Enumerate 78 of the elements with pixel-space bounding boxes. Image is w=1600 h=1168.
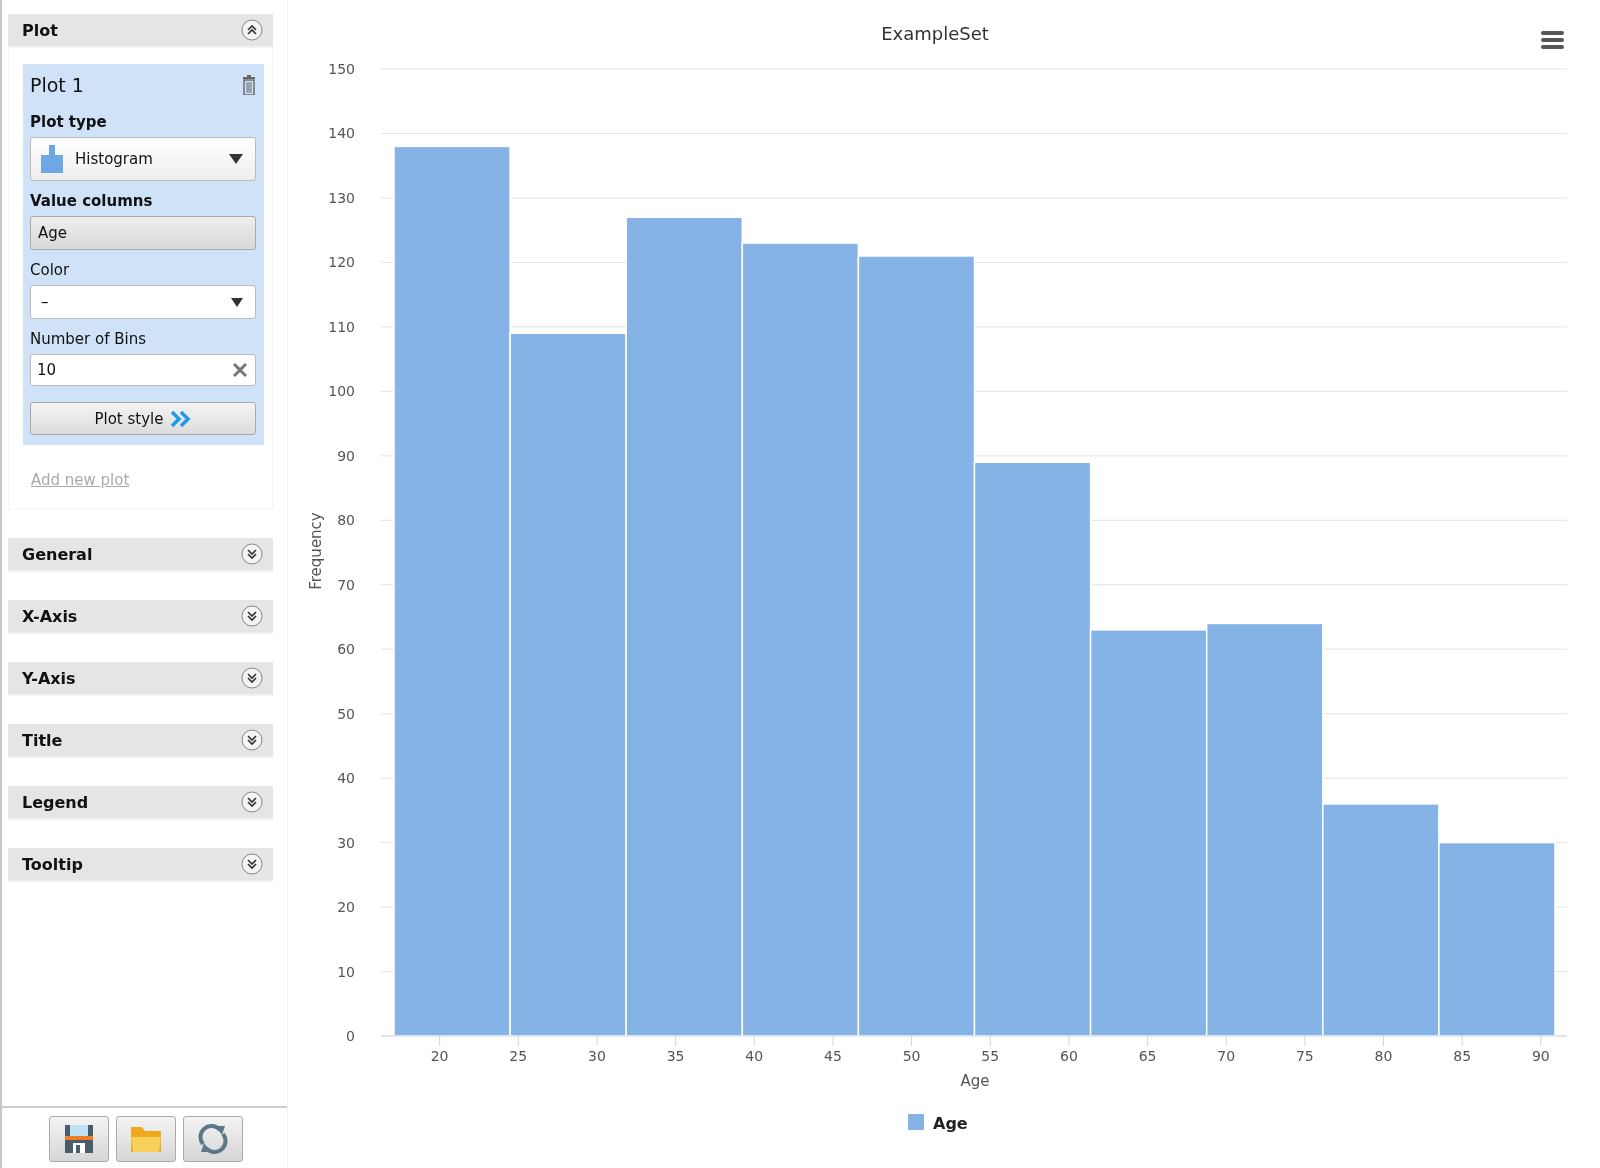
double-chevron-icon — [169, 409, 192, 428]
x-axis-label: 40 — [745, 1048, 764, 1064]
legend-label[interactable]: Age — [933, 1114, 968, 1133]
y-axis-label: 40 — [337, 770, 355, 787]
expand-icon[interactable] — [241, 791, 263, 813]
section-header[interactable]: Y-Axis — [8, 662, 273, 696]
section-title: Tooltip — [22, 854, 83, 874]
y-axis-label: 80 — [337, 512, 355, 529]
section-title: Plot — [22, 20, 58, 40]
expand-icon[interactable] — [241, 543, 263, 565]
section-header[interactable]: Tooltip — [8, 848, 273, 882]
y-axis-label: 0 — [346, 1028, 355, 1044]
expand-icon[interactable] — [241, 729, 263, 751]
field-label: Value columns — [30, 192, 154, 210]
x-axis-label: 45 — [824, 1048, 842, 1064]
chart-title: ExampleSet — [881, 23, 989, 44]
y-axis-label: 130 — [328, 189, 355, 206]
x-axis-label: 85 — [1453, 1048, 1472, 1064]
y-axis-title: Frequency — [307, 512, 325, 590]
floppy-icon — [64, 1124, 94, 1154]
expand-icon[interactable] — [241, 605, 263, 627]
y-axis-label: 30 — [337, 834, 355, 851]
y-axis-label: 120 — [328, 254, 355, 271]
section-header[interactable]: Plot — [8, 14, 273, 48]
histogram-icon — [41, 145, 63, 173]
trash-icon[interactable] — [242, 75, 256, 95]
section-title: Legend — [22, 792, 89, 812]
section-header[interactable]: X-Axis — [8, 600, 273, 634]
caret-icon — [231, 297, 243, 307]
x-axis-label: 75 — [1295, 1048, 1314, 1064]
y-axis-label: 110 — [328, 318, 355, 335]
color-dropdown[interactable]: – — [30, 285, 256, 319]
y-axis-label: 60 — [337, 641, 355, 658]
collapse-icon[interactable] — [241, 19, 263, 41]
field-label: Plot type — [30, 113, 108, 131]
x-axis-label: 50 — [902, 1048, 921, 1064]
plot-type-dropdown[interactable]: Histogram — [30, 137, 256, 181]
x-axis-label: 55 — [981, 1048, 1000, 1064]
x-axis-label: 20 — [430, 1048, 449, 1064]
x-axis-label: 30 — [588, 1048, 606, 1064]
x-axis-label: 80 — [1374, 1048, 1393, 1064]
y-axis-label: 70 — [337, 576, 355, 593]
plot-style-button[interactable]: Plot style — [30, 402, 256, 435]
y-axis-label: 10 — [337, 963, 355, 980]
section-title: X-Axis — [22, 606, 78, 626]
y-axis-label: 90 — [337, 447, 355, 464]
section-title: Title — [22, 730, 63, 750]
clear-icon[interactable] — [233, 363, 247, 377]
x-axis-label: 35 — [666, 1048, 685, 1064]
folder-icon — [130, 1125, 162, 1153]
y-axis-label: 140 — [328, 125, 355, 142]
section-header[interactable]: Legend — [8, 786, 273, 820]
x-axis-label: 60 — [1060, 1048, 1078, 1064]
section-header[interactable]: General — [8, 538, 273, 572]
refresh-button[interactable] — [183, 1116, 243, 1162]
x-axis-title: Age — [960, 1072, 990, 1090]
plot-title: Plot 1 — [30, 74, 84, 96]
value-column-chip[interactable]: Age — [30, 216, 256, 250]
y-axis-label: 100 — [328, 383, 355, 400]
x-axis-label: 70 — [1217, 1048, 1236, 1064]
caret-icon — [229, 154, 243, 164]
x-axis-label: 90 — [1531, 1048, 1550, 1064]
y-axis-label: 50 — [337, 705, 355, 722]
y-axis-label: 150 — [328, 61, 355, 77]
field-label: Number of Bins — [30, 330, 148, 348]
refresh-icon — [198, 1124, 228, 1154]
bins-field[interactable]: 10 — [30, 354, 256, 386]
x-axis-label: 25 — [509, 1048, 528, 1064]
x-axis-label: 65 — [1138, 1048, 1157, 1064]
section-title: Y-Axis — [22, 668, 76, 688]
y-axis-label: 20 — [337, 899, 355, 916]
section-header[interactable]: Title — [8, 724, 273, 758]
save-button[interactable] — [49, 1116, 109, 1162]
expand-icon[interactable] — [241, 853, 263, 875]
menu-icon[interactable] — [1541, 31, 1564, 49]
section-title: General — [22, 544, 93, 564]
field-label: Color — [30, 261, 71, 279]
expand-icon[interactable] — [241, 667, 263, 689]
